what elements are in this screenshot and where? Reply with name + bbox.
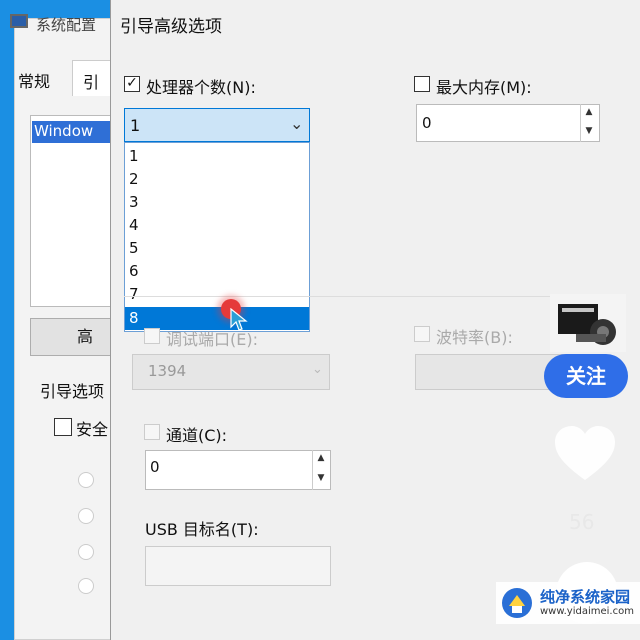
safe-boot-label: 安全 bbox=[76, 420, 109, 439]
spin-up-icon[interactable]: ▲ bbox=[313, 450, 329, 470]
gpu-product-thumbnail[interactable] bbox=[548, 292, 628, 354]
dropdown-option[interactable]: 1 bbox=[125, 145, 309, 168]
baud-rate-checkbox[interactable] bbox=[414, 326, 430, 342]
channel-spinbox[interactable] bbox=[145, 450, 331, 490]
section-divider bbox=[124, 296, 594, 297]
like-count: 56 bbox=[569, 510, 595, 534]
dialog-title: 引导高级选项 bbox=[120, 17, 222, 37]
safe-boot-checkbox[interactable] bbox=[54, 418, 72, 436]
follow-button[interactable]: 关注 bbox=[544, 354, 628, 398]
channel-spin-buttons: ▲ ▼ bbox=[312, 450, 329, 490]
usb-target-input[interactable] bbox=[145, 546, 331, 586]
safe-boot-radio[interactable] bbox=[78, 472, 94, 488]
debug-port-value: 1394 bbox=[148, 362, 187, 380]
pointer-cursor-icon bbox=[230, 308, 248, 331]
check-icon: ✓ bbox=[126, 75, 138, 91]
baud-rate-label: 波特率(B): bbox=[436, 328, 513, 347]
max-memory-spinbox[interactable] bbox=[416, 104, 600, 142]
spin-up-icon[interactable]: ▲ bbox=[581, 104, 597, 123]
chevron-down-icon: ⌄ bbox=[312, 362, 323, 377]
dropdown-option[interactable]: 5 bbox=[125, 237, 309, 260]
boot-entries-list[interactable] bbox=[30, 115, 116, 307]
num-processors-dropdown: 1 2 3 4 5 6 7 8 bbox=[124, 142, 310, 332]
max-memory-checkbox[interactable] bbox=[414, 76, 430, 92]
usb-target-label: USB 目标名(T): bbox=[145, 520, 259, 539]
boot-entry-item[interactable]: Window bbox=[32, 121, 112, 143]
max-memory-label: 最大内存(M): bbox=[436, 78, 532, 97]
debug-checkbox[interactable] bbox=[144, 328, 160, 344]
channel-value: 0 bbox=[150, 458, 160, 476]
dropdown-option[interactable]: 7 bbox=[125, 283, 309, 306]
dropdown-option[interactable]: 2 bbox=[125, 168, 309, 191]
num-processors-label: 处理器个数(N): bbox=[146, 78, 256, 97]
safe-boot-radio[interactable] bbox=[78, 544, 94, 560]
channel-checkbox[interactable] bbox=[144, 424, 160, 440]
tab-general[interactable]: 常规 bbox=[18, 68, 50, 92]
dropdown-option[interactable]: 3 bbox=[125, 191, 309, 214]
boot-options-label: 引导选项 bbox=[40, 382, 105, 401]
chevron-down-icon[interactable]: ⌄ bbox=[290, 114, 303, 133]
spin-down-icon[interactable]: ▼ bbox=[313, 470, 329, 490]
advanced-options-button[interactable]: 高 bbox=[30, 318, 120, 356]
watermark-logo-icon bbox=[502, 588, 532, 618]
dropdown-option[interactable]: 6 bbox=[125, 260, 309, 283]
num-processors-combobox[interactable] bbox=[124, 108, 310, 142]
max-memory-spin-buttons: ▲ ▼ bbox=[580, 104, 597, 142]
max-memory-value: 0 bbox=[422, 114, 432, 132]
spin-down-icon[interactable]: ▼ bbox=[581, 123, 597, 142]
safe-boot-radio[interactable] bbox=[78, 508, 94, 524]
channel-label: 通道(C): bbox=[166, 426, 228, 445]
num-processors-checkbox[interactable]: ✓ bbox=[124, 76, 140, 92]
system-config-title: 系统配置 bbox=[36, 16, 97, 34]
num-processors-value: 1 bbox=[130, 116, 141, 135]
dropdown-option[interactable]: 4 bbox=[125, 214, 309, 237]
watermark-url: www.yidaimei.com bbox=[540, 606, 634, 617]
tab-boot[interactable]: 引 bbox=[72, 60, 112, 96]
system-config-icon bbox=[10, 14, 28, 28]
heart-icon[interactable] bbox=[553, 424, 617, 484]
watermark-name: 纯净系统家园 bbox=[540, 588, 631, 606]
safe-boot-radio[interactable] bbox=[78, 578, 94, 594]
